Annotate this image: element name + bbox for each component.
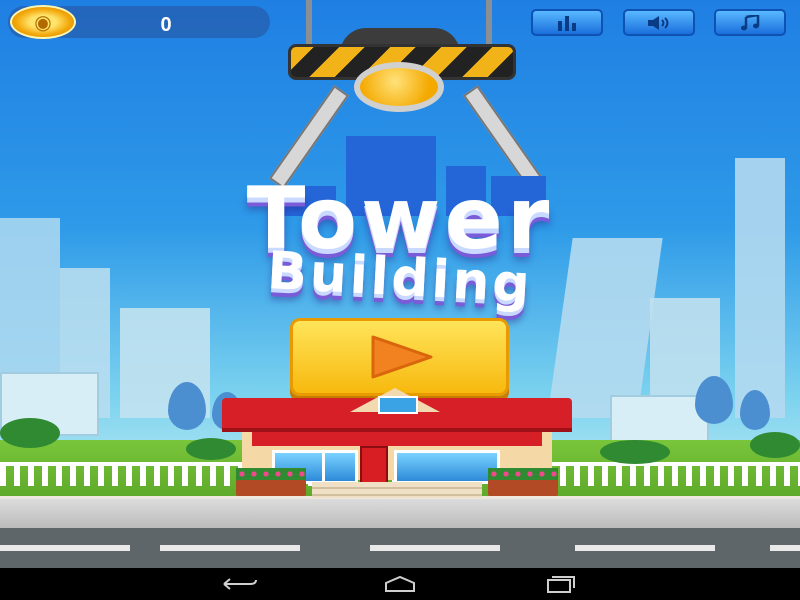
crane-knob xyxy=(354,62,444,112)
coin-icon: ◉ xyxy=(10,5,76,39)
recent-apps-button[interactable] xyxy=(535,572,585,596)
shop-steps xyxy=(312,482,482,498)
bar-chart-icon xyxy=(558,15,576,31)
bg-building xyxy=(735,158,785,418)
planter xyxy=(236,480,306,496)
sound-button[interactable] xyxy=(623,9,695,36)
back-icon xyxy=(223,578,257,590)
system-navbar xyxy=(0,568,800,600)
play-triangle-icon xyxy=(371,335,432,379)
music-note-icon xyxy=(741,14,760,30)
shop-window xyxy=(322,450,358,484)
tree xyxy=(740,390,770,430)
game-scene: Tower Building 0 ◉ xyxy=(0,0,800,568)
shop-building xyxy=(222,388,572,500)
crane-cable xyxy=(306,0,312,48)
crane-cable xyxy=(486,0,492,48)
shop-door xyxy=(360,446,388,484)
road-stripe xyxy=(575,545,715,551)
road-stripe xyxy=(770,545,800,551)
attic-window xyxy=(378,396,418,414)
planter xyxy=(488,480,558,496)
sidewalk xyxy=(0,496,800,531)
leaderboard-button[interactable] xyxy=(531,9,603,36)
shop-window xyxy=(394,450,500,484)
bush xyxy=(0,418,60,448)
back-button[interactable] xyxy=(215,572,265,596)
road-stripe xyxy=(370,545,500,551)
coin-count: 0 xyxy=(160,14,172,36)
bush xyxy=(750,432,800,458)
road-stripe xyxy=(160,545,300,551)
speaker-icon xyxy=(648,15,669,30)
tree xyxy=(695,376,733,424)
bush xyxy=(600,440,670,464)
home-button[interactable] xyxy=(375,572,425,596)
recent-apps-icon xyxy=(547,576,575,593)
music-button[interactable] xyxy=(714,9,786,36)
home-icon xyxy=(385,575,415,592)
road-stripe xyxy=(0,545,130,551)
shop-awning xyxy=(252,432,542,446)
play-button[interactable] xyxy=(290,318,509,396)
